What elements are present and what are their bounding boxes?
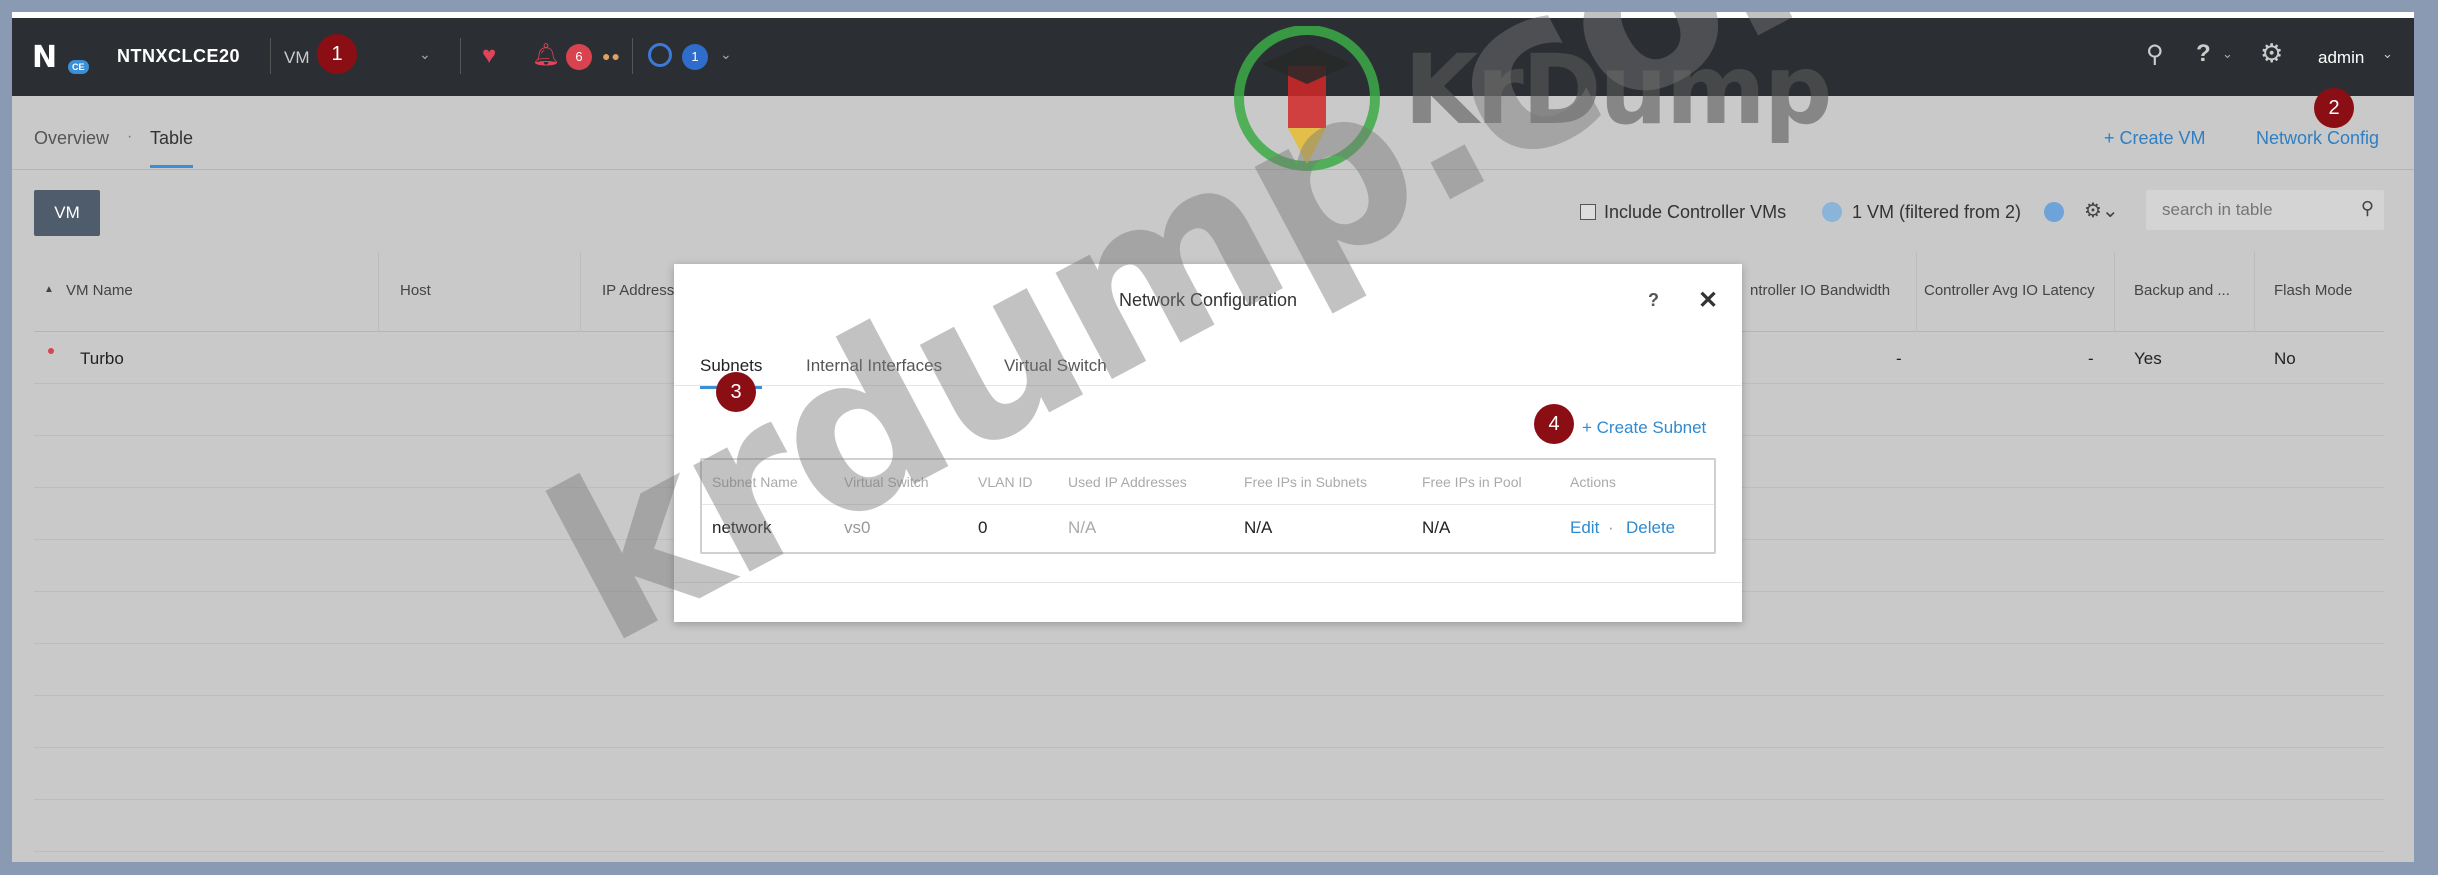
column-divider — [2254, 252, 2255, 332]
col-vlan-id: VLAN ID — [978, 474, 1033, 490]
filter-icon[interactable] — [1822, 202, 1842, 222]
action-separator: · — [1608, 518, 1614, 537]
flash-mode-value: No — [2274, 349, 2296, 368]
col-virtual-switch: Virtual Switch — [844, 474, 929, 490]
col-flash-mode[interactable]: Flash Mode — [2274, 282, 2352, 299]
col-vm-name[interactable]: VM Name — [66, 282, 133, 299]
dialog-tabs: Subnets Internal Interfaces Virtual Swit… — [674, 336, 1742, 389]
col-subnet-name: Subnet Name — [712, 474, 798, 490]
dialog-title: Network Configuration — [1118, 290, 1298, 310]
health-heart-icon[interactable]: ♥ — [482, 42, 496, 70]
chevron-down-icon[interactable]: ⌄ — [419, 46, 431, 63]
help-icon[interactable]: ? — [2196, 40, 2211, 68]
col-controller-avg-io-latency[interactable]: Controller Avg IO Latency — [1924, 282, 2095, 299]
include-cvm-checkbox[interactable] — [1580, 204, 1596, 220]
row-divider — [702, 504, 1714, 505]
network-config-link[interactable]: Network Config — [2256, 128, 2379, 149]
delete-link[interactable]: Delete — [1626, 518, 1675, 538]
chevron-down-icon[interactable]: ⌄ — [2382, 46, 2393, 62]
vlan-id: 0 — [978, 518, 988, 537]
user-menu[interactable]: admin — [2318, 48, 2364, 68]
virtual-switch: vs0 — [844, 518, 871, 537]
column-divider — [580, 252, 581, 332]
vm-filter-button[interactable]: VM — [34, 190, 100, 236]
table-row-empty — [34, 748, 2384, 800]
divider — [632, 38, 633, 74]
tab-overview[interactable]: Overview — [34, 128, 109, 149]
free-ips-pool: N/A — [1422, 518, 1451, 537]
step-marker-4: 4 — [1534, 404, 1574, 444]
table-search[interactable]: ⚲ — [2146, 190, 2384, 230]
chevron-down-icon[interactable]: ⌄ — [720, 46, 732, 63]
tab-separator: · — [127, 128, 133, 145]
nutanix-logo[interactable]: N CE — [32, 40, 92, 75]
step-marker-2: 2 — [2314, 88, 2354, 128]
col-backup[interactable]: Backup and ... — [2134, 282, 2230, 299]
table-row-empty — [34, 800, 2384, 852]
network-configuration-dialog: Network Configuration ? ✕ Subnets Intern… — [674, 264, 1742, 622]
tab-virtual-switch[interactable]: Virtual Switch — [1004, 356, 1107, 376]
search-input[interactable] — [2146, 190, 2346, 230]
col-controller-io-bandwidth[interactable]: ntroller IO Bandwidth — [1750, 282, 1890, 299]
view-tabs: Overview · Table + Create VM Network Con… — [12, 96, 2414, 170]
backup-value: Yes — [2134, 349, 2162, 368]
nav-menu-vm[interactable]: VM — [284, 48, 310, 68]
column-divider — [1916, 252, 1917, 332]
table-settings-gear-icon[interactable]: ⚙⌄ — [2084, 198, 2119, 223]
power-off-status-dot — [48, 348, 54, 354]
top-navbar: N CE NTNXCLCE20 VM ⌄ ♥ 🔔︎ 6 ●● 1 ⌄ ⚲ ? ⌄… — [12, 18, 2414, 96]
filter-status: 1 VM (filtered from 2) — [1852, 202, 2022, 222]
tasks-count-badge[interactable]: 1 — [682, 44, 708, 70]
step-marker-1: 1 — [317, 34, 357, 74]
edit-link[interactable]: Edit — [1570, 518, 1599, 538]
alert-bell-icon[interactable]: 🔔︎ — [532, 42, 560, 68]
info-icon[interactable] — [2044, 202, 2064, 222]
vm-name[interactable]: Turbo — [80, 349, 124, 369]
search-icon[interactable]: ⚲ — [2361, 198, 2374, 219]
help-icon[interactable]: ? — [1648, 290, 1659, 311]
more-dots-icon[interactable]: ●● — [602, 48, 621, 64]
create-subnet-link[interactable]: + Create Subnet — [1582, 418, 1706, 438]
table-row-empty — [34, 644, 2384, 696]
free-ips-subnets: N/A — [1244, 518, 1273, 537]
app-window: N CE NTNXCLCE20 VM ⌄ ♥ 🔔︎ 6 ●● 1 ⌄ ⚲ ? ⌄… — [12, 12, 2414, 862]
include-cvm-label[interactable]: Include Controller VMs — [1604, 202, 1786, 223]
create-vm-link[interactable]: + Create VM — [2104, 128, 2206, 149]
col-host[interactable]: Host — [400, 282, 431, 299]
col-free-ips-pool: Free IPs in Pool — [1422, 474, 1522, 490]
alerts-count-badge[interactable]: 6 — [566, 44, 592, 70]
divider — [270, 38, 271, 74]
col-actions: Actions — [1570, 474, 1616, 490]
io-bandwidth: - — [1896, 349, 1902, 368]
io-latency: - — [2088, 349, 2094, 368]
cluster-name[interactable]: NTNXCLCE20 — [117, 46, 240, 67]
tab-internal-interfaces[interactable]: Internal Interfaces — [806, 356, 942, 376]
sort-asc-icon[interactable]: ▲ — [44, 284, 54, 295]
subnet-name: network — [712, 518, 772, 537]
step-marker-3: 3 — [716, 372, 756, 412]
col-used-ips: Used IP Addresses — [1068, 474, 1187, 490]
used-ips: N/A — [1068, 518, 1097, 537]
divider — [460, 38, 461, 74]
column-divider — [378, 252, 379, 332]
search-icon[interactable]: ⚲ — [2146, 40, 2164, 69]
close-icon[interactable]: ✕ — [1698, 286, 1718, 315]
subnets-table: Subnet Name Virtual Switch VLAN ID Used … — [700, 458, 1716, 554]
dialog-footer-divider — [674, 582, 1742, 583]
column-divider — [2114, 252, 2115, 332]
tab-table[interactable]: Table — [150, 128, 194, 168]
ce-badge: CE — [68, 60, 89, 74]
chevron-down-icon[interactable]: ⌄ — [2222, 46, 2233, 62]
table-row-empty — [34, 696, 2384, 748]
gear-icon[interactable]: ⚙ — [2260, 38, 2283, 69]
col-free-ips-subnets: Free IPs in Subnets — [1244, 474, 1367, 490]
tasks-circle-icon[interactable] — [648, 43, 672, 67]
